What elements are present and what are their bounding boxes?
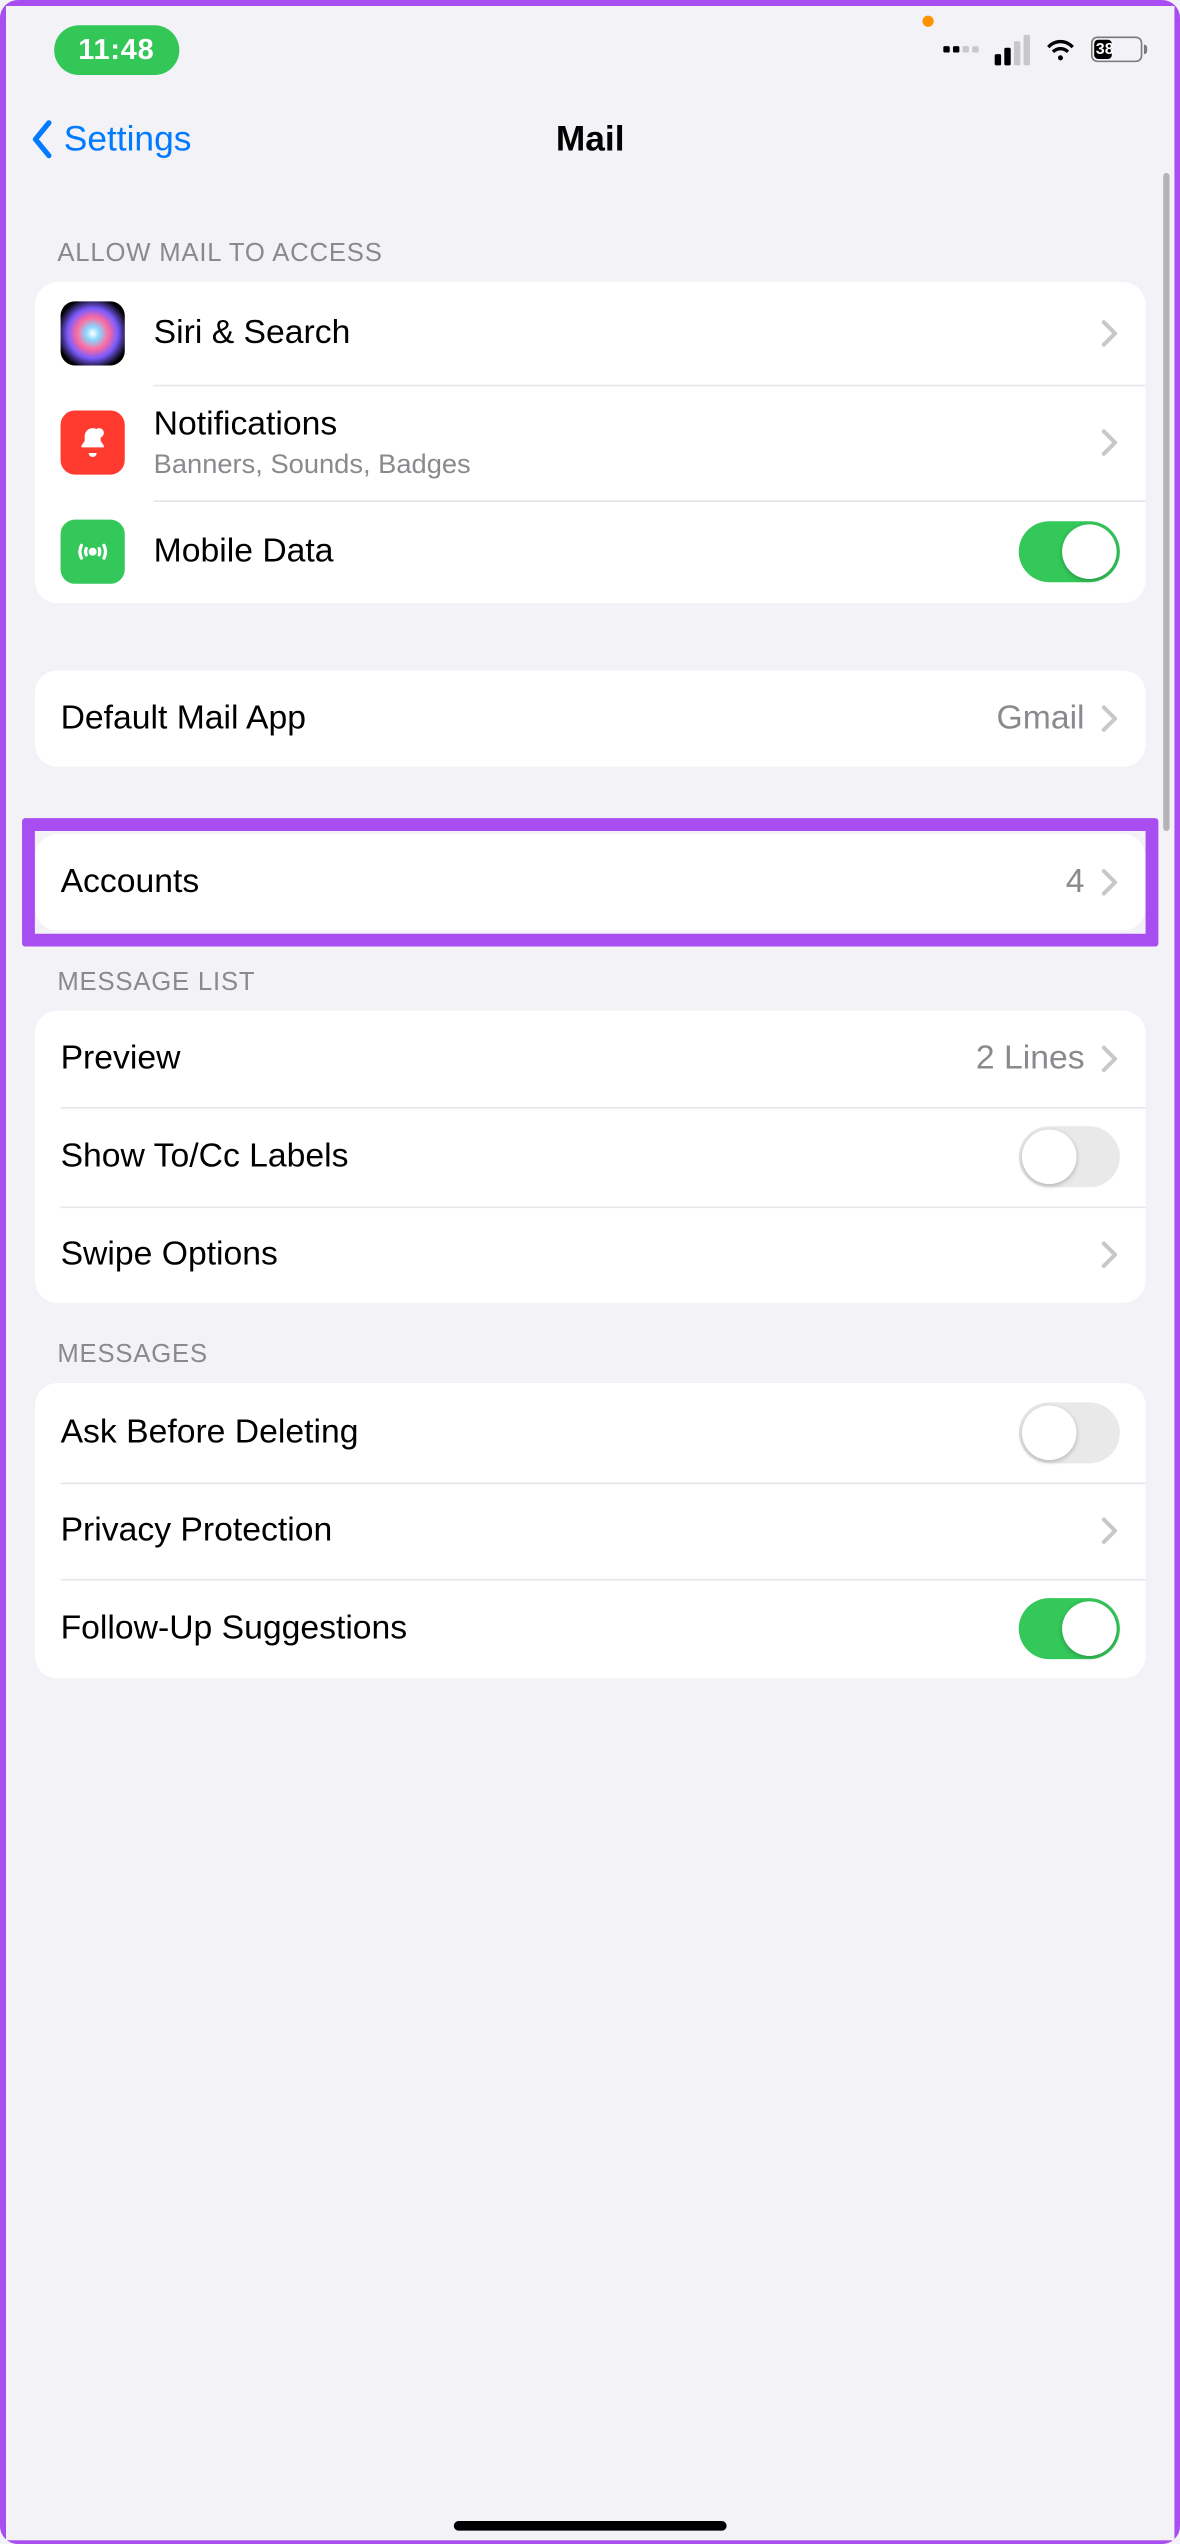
row-label: Follow-Up Suggestions (61, 1608, 1019, 1650)
row-label: Preview (61, 1038, 976, 1080)
wifi-icon (1043, 32, 1078, 67)
group-messages: Ask Before Deleting Privacy Protection F… (35, 1383, 1146, 1678)
row-sublabel: Banners, Sounds, Badges (154, 449, 1101, 481)
section-header-access: ALLOW MAIL TO ACCESS (35, 202, 1146, 282)
chevron-right-icon (1101, 1517, 1120, 1546)
dual-sim-icon (943, 46, 978, 52)
row-label: Swipe Options (61, 1234, 1101, 1276)
row-default-mail-app[interactable]: Default Mail App Gmail (35, 671, 1146, 767)
group-access: Siri & Search Notifications Banners, Sou… (35, 282, 1146, 603)
home-indicator[interactable] (454, 2521, 727, 2531)
follow-up-toggle[interactable] (1019, 1599, 1120, 1660)
ask-before-deleting-toggle[interactable] (1019, 1403, 1120, 1464)
row-label: Mobile Data (154, 531, 1019, 573)
chevron-left-icon (28, 118, 57, 160)
row-detail: 2 Lines (976, 1040, 1085, 1079)
battery-icon: 38 (1091, 36, 1142, 62)
row-show-tocc[interactable]: Show To/Cc Labels (35, 1107, 1146, 1207)
status-bar: 11:48 38 (6, 6, 1174, 93)
row-ask-before-deleting[interactable]: Ask Before Deleting (35, 1383, 1146, 1483)
row-label: Siri & Search (154, 312, 1101, 354)
group-default-app: Default Mail App Gmail (35, 671, 1146, 767)
battery-percentage: 38 (1093, 39, 1141, 60)
row-mobile-data[interactable]: Mobile Data (35, 501, 1146, 604)
scroll-indicator[interactable] (1163, 173, 1169, 831)
group-message-list: Preview 2 Lines Show To/Cc Labels Swipe … (35, 1011, 1146, 1303)
notifications-icon (61, 411, 125, 475)
row-label: Ask Before Deleting (61, 1412, 1019, 1454)
chevron-right-icon (1101, 1045, 1120, 1074)
section-header-messages: MESSAGES (35, 1303, 1146, 1383)
chevron-right-icon (1101, 319, 1120, 348)
row-preview[interactable]: Preview 2 Lines (35, 1011, 1146, 1107)
chevron-right-icon (1101, 428, 1120, 457)
row-label: Notifications (154, 404, 1101, 446)
row-label: Show To/Cc Labels (61, 1136, 1019, 1178)
chevron-right-icon (1101, 1241, 1120, 1270)
row-privacy-protection[interactable]: Privacy Protection (35, 1483, 1146, 1579)
row-siri-search[interactable]: Siri & Search (35, 282, 1146, 385)
chevron-right-icon (1101, 705, 1120, 734)
show-tocc-toggle[interactable] (1019, 1127, 1120, 1188)
section-header-message-list: MESSAGE LIST (35, 931, 1146, 1011)
status-time: 11:48 (54, 24, 178, 74)
back-label: Settings (64, 118, 192, 160)
row-detail: Gmail (997, 700, 1085, 739)
row-accounts[interactable]: Accounts 4 (35, 835, 1146, 931)
row-label: Accounts (61, 862, 1066, 904)
row-follow-up-suggestions[interactable]: Follow-Up Suggestions (35, 1579, 1146, 1679)
mobile-data-toggle[interactable] (1019, 522, 1120, 583)
mobile-data-icon (61, 520, 125, 584)
back-button[interactable]: Settings (6, 118, 191, 160)
row-notifications[interactable]: Notifications Banners, Sounds, Badges (35, 385, 1146, 501)
group-accounts: Accounts 4 (35, 835, 1146, 931)
row-swipe-options[interactable]: Swipe Options (35, 1207, 1146, 1303)
row-label: Default Mail App (61, 698, 997, 740)
recording-indicator-icon (922, 16, 933, 27)
row-detail: 4 (1066, 863, 1085, 902)
chevron-right-icon (1101, 868, 1120, 897)
navigation-bar: Settings Mail (6, 93, 1174, 186)
row-label: Privacy Protection (61, 1510, 1101, 1552)
siri-icon (61, 301, 125, 365)
cellular-signal-icon (995, 34, 1030, 64)
